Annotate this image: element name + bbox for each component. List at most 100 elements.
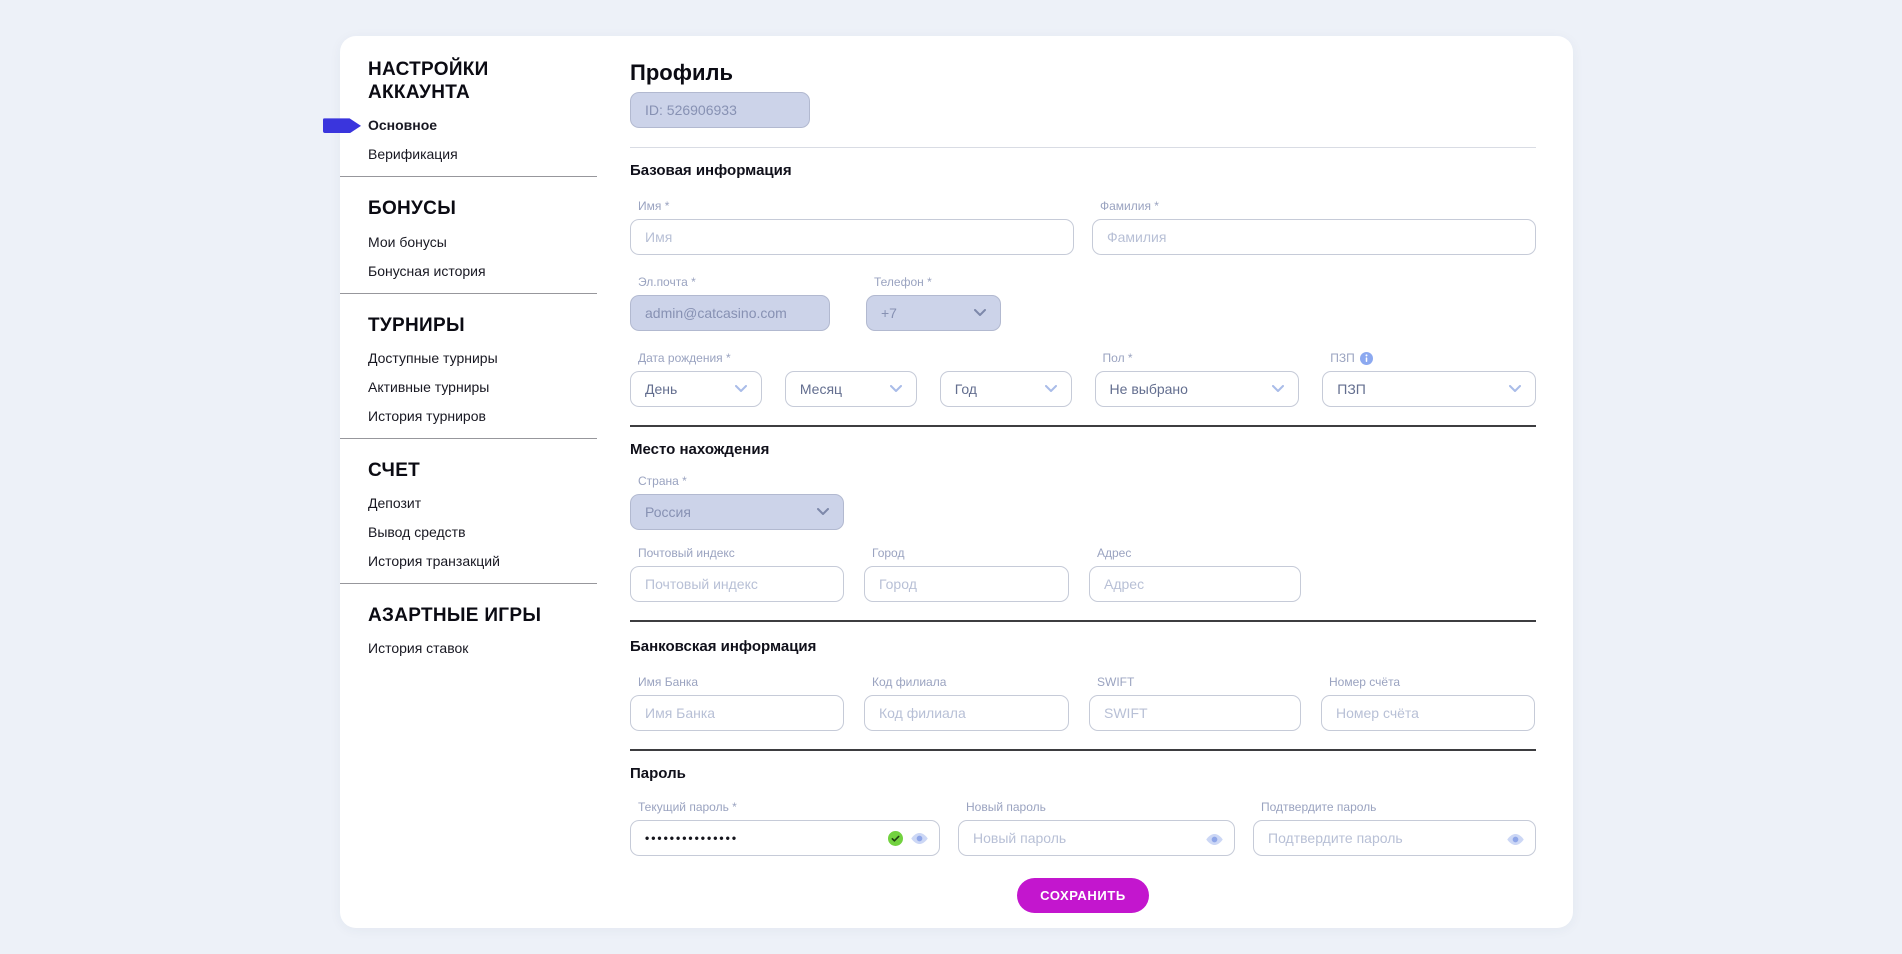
sidebar-section-title-tournaments: ТУРНИРЫ xyxy=(368,314,553,337)
birth-day-select[interactable]: День xyxy=(630,371,762,407)
info-icon[interactable] xyxy=(1360,352,1373,365)
sidebar-divider xyxy=(340,176,597,177)
bank-name-input[interactable] xyxy=(630,695,844,731)
account-number-label: Номер счёта xyxy=(1329,675,1535,689)
eye-icon[interactable] xyxy=(1506,833,1525,846)
sidebar-item-label: История турниров xyxy=(368,408,486,424)
phone-code-value: +7 xyxy=(881,305,897,321)
gender-field: Пол * Не выбрано xyxy=(1095,351,1300,407)
swift-label: SWIFT xyxy=(1097,675,1301,689)
pzp-field: ПЗП ПЗП xyxy=(1322,351,1536,407)
sidebar-item-deposit[interactable]: Депозит xyxy=(368,495,597,511)
birth-month-value: Месяц xyxy=(800,381,842,397)
check-circle-icon xyxy=(888,831,903,846)
country-value: Россия xyxy=(645,504,691,520)
account-settings-card: НАСТРОЙКИ АККАУНТА Основное Верификация … xyxy=(340,36,1573,928)
name-row: Имя * Фамилия * xyxy=(630,199,1536,255)
save-button[interactable]: СОХРАНИТЬ xyxy=(1017,878,1149,913)
pzp-value: ПЗП xyxy=(1337,381,1366,397)
sidebar-item-label: Основное xyxy=(368,117,437,133)
address-input[interactable] xyxy=(1089,566,1301,602)
email-input xyxy=(630,295,830,331)
eye-icon[interactable] xyxy=(1205,833,1224,846)
gender-select[interactable]: Не выбрано xyxy=(1095,371,1300,407)
city-field: Город xyxy=(864,546,1069,602)
postal-code-input[interactable] xyxy=(630,566,844,602)
chevron-down-icon xyxy=(1272,385,1284,393)
sidebar-item-withdrawal[interactable]: Вывод средств xyxy=(368,524,597,540)
city-label: Город xyxy=(872,546,1069,560)
section-divider xyxy=(630,620,1536,622)
first-name-label: Имя * xyxy=(638,199,1074,213)
current-password-label: Текущий пароль * xyxy=(638,800,940,814)
new-password-label: Новый пароль xyxy=(966,800,1235,814)
sidebar-item-label: Доступные турниры xyxy=(368,350,498,366)
address-row: Почтовый индекс Город Адрес xyxy=(630,546,1536,602)
sidebar-item-tournament-history[interactable]: История турниров xyxy=(368,408,597,424)
section-divider xyxy=(630,749,1536,751)
pzp-select[interactable]: ПЗП xyxy=(1322,371,1536,407)
sidebar-section-title-bonuses: БОНУСЫ xyxy=(368,197,553,220)
current-password-field: Текущий пароль * xyxy=(630,800,940,856)
confirm-password-input[interactable] xyxy=(1253,820,1536,856)
country-select: Россия xyxy=(630,494,844,530)
email-field: Эл.почта * xyxy=(630,275,830,331)
swift-field: SWIFT xyxy=(1089,675,1301,731)
sidebar-item-label: Верификация xyxy=(368,146,458,162)
sidebar-item-available-tournaments[interactable]: Доступные турниры xyxy=(368,350,597,366)
confirm-password-label: Подтвердите пароль xyxy=(1261,800,1536,814)
password-title: Пароль xyxy=(630,765,1536,782)
chevron-down-icon xyxy=(974,309,986,317)
last-name-field: Фамилия * xyxy=(1092,199,1536,255)
city-input[interactable] xyxy=(864,566,1069,602)
sidebar-divider xyxy=(340,438,597,439)
birth-month-select[interactable]: Месяц xyxy=(785,371,917,407)
country-row: Страна * Россия xyxy=(630,474,1536,530)
new-password-input[interactable] xyxy=(958,820,1235,856)
bank-info-title: Банковская информация xyxy=(630,638,1536,655)
branch-code-input[interactable] xyxy=(864,695,1069,731)
account-number-input[interactable] xyxy=(1321,695,1535,731)
sidebar-item-active-tournaments[interactable]: Активные турниры xyxy=(368,379,597,395)
sidebar-item-label: Бонусная история xyxy=(368,263,486,279)
sidebar-item-bet-history[interactable]: История ставок xyxy=(368,640,597,656)
contact-row: Эл.почта * Телефон * +7 xyxy=(630,275,1536,331)
sidebar-item-label: Мои бонусы xyxy=(368,234,447,250)
active-arrow-icon xyxy=(323,118,361,133)
last-name-label: Фамилия * xyxy=(1100,199,1536,213)
sidebar-item-my-bonuses[interactable]: Мои бонусы xyxy=(368,234,597,250)
country-field: Страна * Россия xyxy=(630,474,844,530)
sidebar-item-main[interactable]: Основное xyxy=(368,117,597,133)
first-name-input[interactable] xyxy=(630,219,1074,255)
chevron-down-icon xyxy=(1509,385,1521,393)
address-label: Адрес xyxy=(1097,546,1301,560)
birth-day-field: Дата рождения * День xyxy=(630,351,762,407)
eye-icon[interactable] xyxy=(910,832,929,845)
pzp-label-text: ПЗП xyxy=(1330,351,1355,365)
birth-date-label: Дата рождения * xyxy=(638,351,762,365)
birth-day-value: День xyxy=(645,381,677,397)
sidebar-item-label: Депозит xyxy=(368,495,421,511)
birth-gender-row: Дата рождения * День Месяц xyxy=(630,351,1536,407)
postal-code-field: Почтовый индекс xyxy=(630,546,844,602)
birth-year-select[interactable]: Год xyxy=(940,371,1072,407)
sidebar-section-title-gambling: АЗАРТНЫЕ ИГРЫ xyxy=(368,604,553,627)
bank-name-field: Имя Банка xyxy=(630,675,844,731)
basic-info-title: Базовая информация xyxy=(630,162,1536,179)
last-name-input[interactable] xyxy=(1092,219,1536,255)
sidebar-item-bonus-history[interactable]: Бонусная история xyxy=(368,263,597,279)
page-title: Профиль xyxy=(630,60,1536,86)
sidebar: НАСТРОЙКИ АККАУНТА Основное Верификация … xyxy=(340,58,597,669)
user-id-field xyxy=(630,92,810,128)
section-divider xyxy=(630,147,1536,148)
sidebar-item-transaction-history[interactable]: История транзакций xyxy=(368,553,597,569)
pzp-label: ПЗП xyxy=(1330,351,1536,365)
phone-label: Телефон * xyxy=(874,275,1001,289)
sidebar-divider xyxy=(340,583,597,584)
chevron-down-icon xyxy=(1045,385,1057,393)
bank-name-label: Имя Банка xyxy=(638,675,844,689)
country-label: Страна * xyxy=(638,474,844,488)
sidebar-item-verification[interactable]: Верификация xyxy=(368,146,597,162)
email-label: Эл.почта * xyxy=(638,275,830,289)
swift-input[interactable] xyxy=(1089,695,1301,731)
